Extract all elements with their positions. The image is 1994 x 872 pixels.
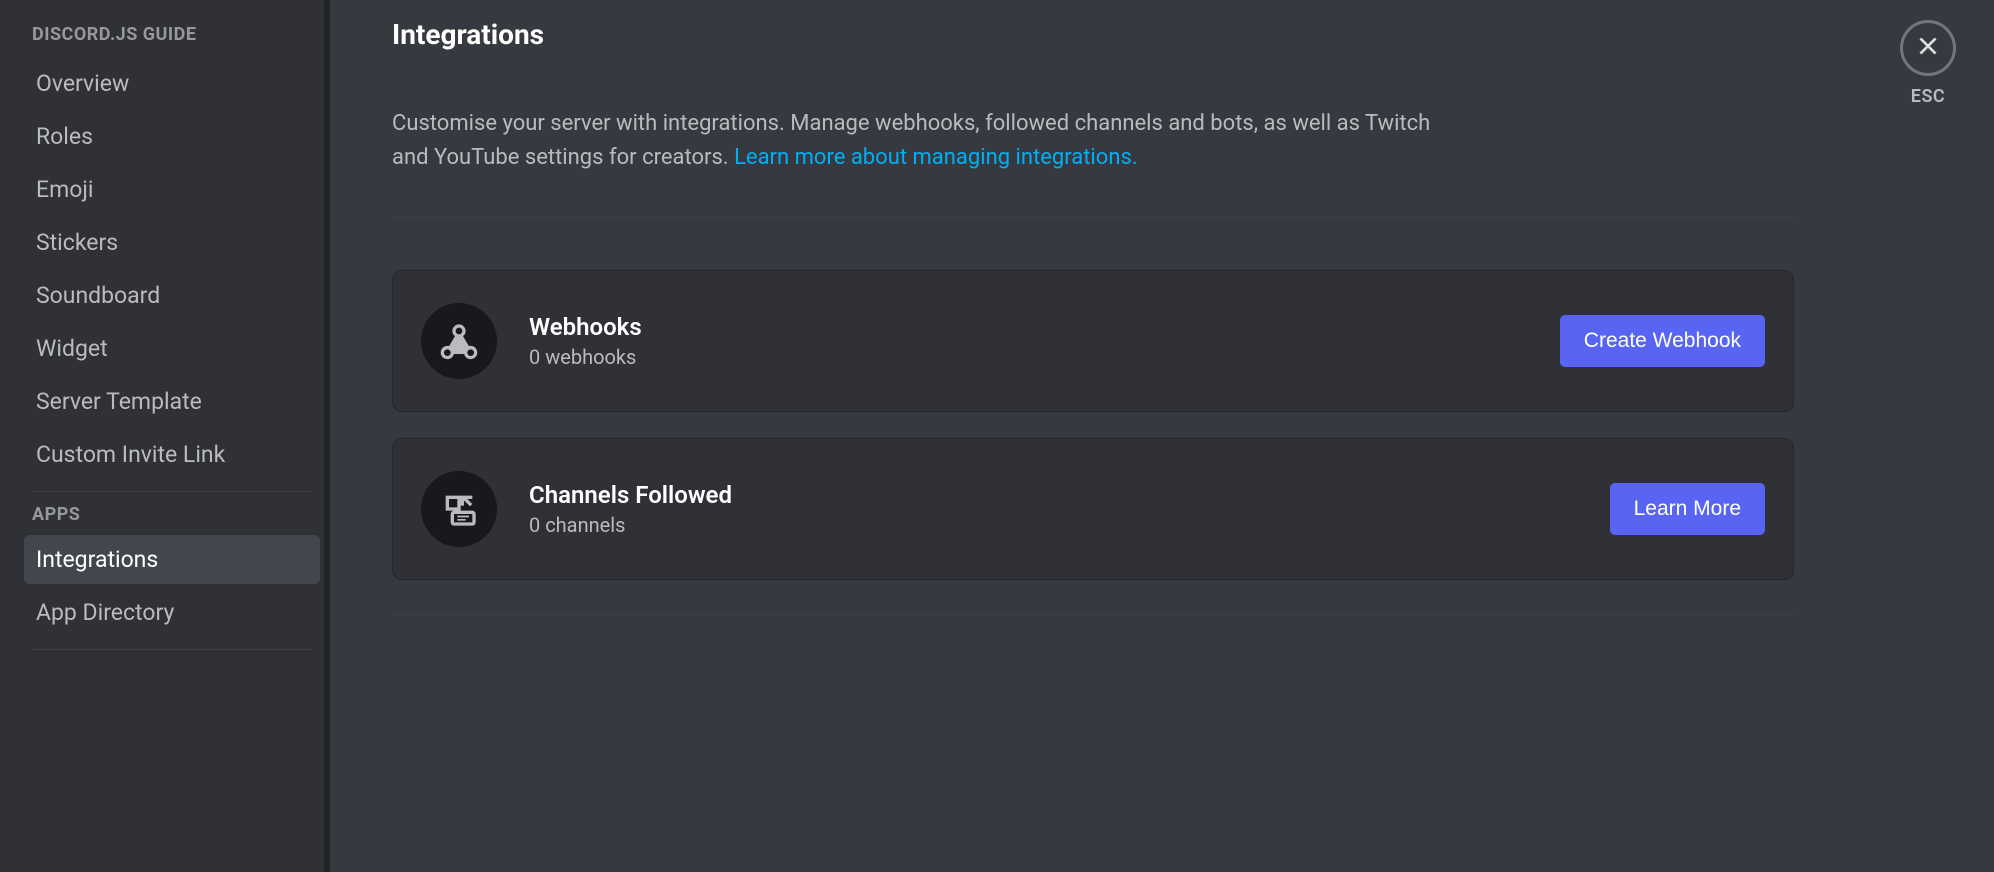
sidebar-server-name: DISCORD.JS GUIDE — [24, 24, 320, 45]
settings-sidebar: DISCORD.JS GUIDE Overview Roles Emoji St… — [0, 0, 330, 872]
webhook-icon — [421, 303, 497, 379]
sidebar-item-label: Overview — [36, 70, 129, 97]
sidebar-item-label: Widget — [36, 335, 108, 362]
sidebar-divider — [32, 649, 312, 650]
sidebar-item-overview[interactable]: Overview — [24, 59, 320, 108]
sidebar-item-label: Custom Invite Link — [36, 441, 225, 468]
sidebar-item-roles[interactable]: Roles — [24, 112, 320, 161]
channels-title: Channels Followed — [529, 481, 1610, 509]
sidebar-divider — [32, 491, 312, 492]
learn-more-link[interactable]: Learn more about managing integrations. — [734, 145, 1138, 170]
sidebar-item-label: Server Template — [36, 388, 202, 415]
sidebar-item-label: Roles — [36, 123, 93, 150]
webhooks-count: 0 webhooks — [529, 345, 1560, 369]
close-label: ESC — [1911, 86, 1945, 107]
section-divider — [392, 217, 1794, 218]
close-icon — [1915, 33, 1941, 63]
sidebar-item-app-directory[interactable]: App Directory — [24, 588, 320, 637]
sidebar-item-server-template[interactable]: Server Template — [24, 377, 320, 426]
sidebar-item-stickers[interactable]: Stickers — [24, 218, 320, 267]
close-area: ESC — [1900, 20, 1956, 107]
channels-count: 0 channels — [529, 513, 1610, 537]
sidebar-item-widget[interactable]: Widget — [24, 324, 320, 373]
channels-learn-more-button[interactable]: Learn More — [1610, 483, 1765, 535]
sidebar-item-label: Soundboard — [36, 282, 160, 309]
sidebar-item-label: Stickers — [36, 229, 118, 256]
channels-followed-card: Channels Followed 0 channels Learn More — [392, 438, 1794, 580]
page-description: Customise your server with integrations.… — [392, 107, 1432, 175]
channels-followed-icon — [421, 471, 497, 547]
sidebar-section-apps: APPS — [24, 504, 320, 525]
sidebar-item-label: Integrations — [36, 546, 158, 573]
webhooks-card: Webhooks 0 webhooks Create Webhook — [392, 270, 1794, 412]
sidebar-item-custom-invite-link[interactable]: Custom Invite Link — [24, 430, 320, 479]
close-button[interactable] — [1900, 20, 1956, 76]
sidebar-item-emoji[interactable]: Emoji — [24, 165, 320, 214]
sidebar-item-integrations[interactable]: Integrations — [24, 535, 320, 584]
sidebar-item-label: App Directory — [36, 599, 174, 626]
webhooks-card-body: Webhooks 0 webhooks — [529, 313, 1560, 369]
create-webhook-button[interactable]: Create Webhook — [1560, 315, 1765, 367]
page-title: Integrations — [392, 18, 1794, 51]
section-divider — [392, 614, 1794, 615]
channels-card-body: Channels Followed 0 channels — [529, 481, 1610, 537]
sidebar-item-soundboard[interactable]: Soundboard — [24, 271, 320, 320]
webhooks-title: Webhooks — [529, 313, 1560, 341]
sidebar-item-label: Emoji — [36, 176, 93, 203]
main-content: Integrations Customise your server with … — [330, 0, 1994, 872]
